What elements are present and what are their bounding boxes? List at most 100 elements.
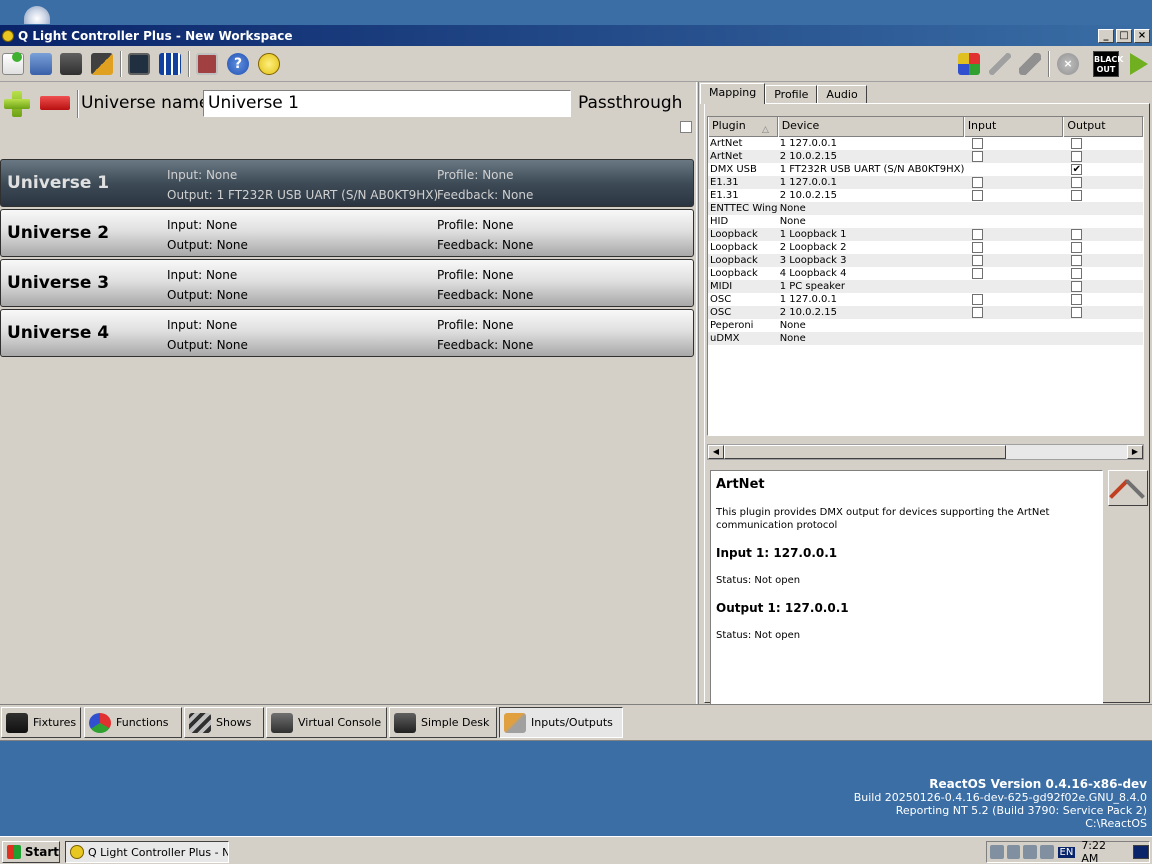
tab-virtual-console[interactable]: Virtual Console bbox=[266, 707, 387, 738]
fade-icon[interactable] bbox=[987, 51, 1013, 77]
plugin-cell: DMX USB bbox=[710, 164, 757, 175]
table-row[interactable]: uDMX None bbox=[708, 332, 1143, 345]
table-row[interactable]: ArtNet 2 10.0.2.15 bbox=[708, 150, 1143, 163]
remove-universe-button[interactable] bbox=[40, 96, 70, 110]
input-checkbox[interactable] bbox=[971, 177, 983, 188]
input-checkbox[interactable] bbox=[971, 307, 983, 318]
tab-inputs-outputs[interactable]: Inputs/Outputs bbox=[499, 707, 623, 738]
tab-mapping[interactable]: Mapping bbox=[700, 83, 766, 104]
input-checkbox[interactable] bbox=[971, 268, 983, 279]
table-row[interactable]: E1.31 2 10.0.2.15 bbox=[708, 189, 1143, 202]
table-row[interactable]: HID None bbox=[708, 215, 1143, 228]
table-row[interactable]: OSC 1 127.0.0.1 bbox=[708, 293, 1143, 306]
output-checkbox[interactable]: ✔ bbox=[1071, 164, 1083, 175]
table-row[interactable]: Loopback 1 Loopback 1 bbox=[708, 228, 1143, 241]
address-tool-icon[interactable] bbox=[157, 51, 183, 77]
table-row[interactable]: Peperoni None bbox=[708, 319, 1143, 332]
dump-icon[interactable] bbox=[194, 51, 220, 77]
universe-item-4[interactable]: Universe 4 Input: None Output: None Prof… bbox=[0, 309, 694, 357]
scroll-right-icon[interactable]: ▶ bbox=[1127, 445, 1143, 459]
output-label: Output: bbox=[167, 238, 213, 252]
functions-icon bbox=[89, 712, 111, 733]
table-row[interactable]: Loopback 2 Loopback 2 bbox=[708, 241, 1143, 254]
volume-icon[interactable] bbox=[990, 845, 1004, 859]
output-checkbox[interactable] bbox=[1071, 177, 1083, 188]
output-checkbox[interactable] bbox=[1071, 190, 1083, 201]
device-cell: 2 10.0.2.15 bbox=[779, 151, 837, 162]
table-row[interactable]: ENTTEC Wing None bbox=[708, 202, 1143, 215]
tab-simple-desk[interactable]: Simple Desk bbox=[389, 707, 497, 738]
panel-splitter[interactable] bbox=[696, 82, 699, 704]
horizontal-scrollbar[interactable]: ◀ ▶ bbox=[707, 444, 1144, 460]
new-workspace-icon[interactable] bbox=[0, 51, 26, 77]
taskbar-item-qlc[interactable]: Q Light Controller Plus - Ne... bbox=[65, 841, 229, 863]
display-icon[interactable] bbox=[1039, 845, 1054, 859]
passthrough-checkbox[interactable] bbox=[680, 121, 692, 133]
output-checkbox[interactable] bbox=[1071, 281, 1083, 292]
maximize-button[interactable]: □ bbox=[1116, 28, 1132, 43]
clock[interactable]: 7:22 AM bbox=[1081, 839, 1125, 864]
language-indicator[interactable]: EN bbox=[1057, 846, 1076, 858]
input-checkbox[interactable] bbox=[971, 242, 983, 253]
table-row[interactable]: DMX USB 1 FT232R USB UART (S/N AB0KT9HX) ✔ bbox=[708, 163, 1143, 176]
output-checkbox[interactable] bbox=[1071, 255, 1083, 266]
universe-name-input[interactable]: Universe 1 bbox=[203, 90, 571, 117]
profile-label: Profile: bbox=[437, 168, 479, 182]
minimize-button[interactable]: _ bbox=[1098, 28, 1114, 43]
output-checkbox[interactable] bbox=[1071, 294, 1083, 305]
fixture-edit-icon[interactable] bbox=[956, 51, 982, 77]
stop-icon[interactable]: × bbox=[1055, 51, 1081, 77]
output-checkbox[interactable] bbox=[1071, 268, 1083, 279]
about-icon[interactable] bbox=[256, 51, 282, 77]
input-checkbox[interactable] bbox=[971, 229, 983, 240]
universe-item-3[interactable]: Universe 3 Input: None Output: None Prof… bbox=[0, 259, 694, 307]
output-checkbox[interactable] bbox=[1071, 151, 1083, 162]
save-icon[interactable] bbox=[58, 51, 84, 77]
scroll-thumb[interactable] bbox=[724, 445, 1006, 459]
table-row[interactable]: Loopback 3 Loopback 3 bbox=[708, 254, 1143, 267]
column-output[interactable]: Output bbox=[1063, 117, 1143, 137]
usb-icon[interactable] bbox=[1023, 845, 1037, 859]
tab-fixtures[interactable]: Fixtures bbox=[1, 707, 81, 738]
input-checkbox[interactable] bbox=[971, 138, 983, 149]
table-row[interactable]: E1.31 1 127.0.0.1 bbox=[708, 176, 1143, 189]
column-device[interactable]: Device bbox=[777, 117, 964, 137]
input-checkbox[interactable] bbox=[971, 151, 983, 162]
help-icon[interactable]: ? bbox=[225, 51, 251, 77]
start-button[interactable]: Start bbox=[2, 841, 60, 863]
output-checkbox[interactable] bbox=[1071, 307, 1083, 318]
tab-audio[interactable]: Audio bbox=[817, 85, 867, 104]
tab-profile[interactable]: Profile bbox=[765, 85, 818, 104]
play-icon[interactable] bbox=[1126, 51, 1152, 77]
input-value: None bbox=[205, 168, 238, 182]
scroll-left-icon[interactable]: ◀ bbox=[708, 445, 724, 459]
output-checkbox[interactable] bbox=[1071, 242, 1083, 253]
show-desktop-icon[interactable] bbox=[1133, 845, 1149, 859]
add-universe-button[interactable] bbox=[2, 89, 32, 119]
save-as-icon[interactable] bbox=[89, 51, 115, 77]
tab-functions[interactable]: Functions bbox=[84, 707, 182, 738]
output-checkbox[interactable] bbox=[1071, 229, 1083, 240]
network-icon[interactable] bbox=[1006, 845, 1021, 859]
table-row[interactable]: OSC 2 10.0.2.15 bbox=[708, 306, 1143, 319]
fade-icon[interactable] bbox=[1017, 51, 1043, 77]
input-checkbox[interactable] bbox=[971, 190, 983, 201]
universe-item-2[interactable]: Universe 2 Input: None Output: None Prof… bbox=[0, 209, 694, 257]
input-checkbox[interactable] bbox=[971, 255, 983, 266]
tab-shows[interactable]: Shows bbox=[184, 707, 264, 738]
column-input[interactable]: Input bbox=[963, 117, 1064, 137]
table-row[interactable]: Loopback 4 Loopback 4 bbox=[708, 267, 1143, 280]
blackout-button[interactable]: BLACK OUT bbox=[1093, 51, 1123, 77]
open-icon[interactable] bbox=[28, 51, 54, 77]
close-button[interactable]: × bbox=[1134, 28, 1150, 43]
input-checkbox[interactable] bbox=[971, 294, 983, 305]
table-row[interactable]: MIDI 1 PC speaker bbox=[708, 280, 1143, 293]
plugin-cell: ArtNet bbox=[710, 138, 743, 149]
universe-item-1[interactable]: Universe 1 Input: None Output: 1 FT232R … bbox=[0, 159, 694, 207]
output-checkbox[interactable] bbox=[1071, 138, 1083, 149]
column-plugin[interactable]: Plugin △ bbox=[708, 117, 778, 137]
table-row[interactable]: ArtNet 1 127.0.0.1 bbox=[708, 137, 1143, 150]
configure-plugin-button[interactable] bbox=[1108, 470, 1148, 506]
monitor-icon[interactable] bbox=[126, 51, 152, 77]
desktop-icon[interactable] bbox=[24, 6, 50, 24]
